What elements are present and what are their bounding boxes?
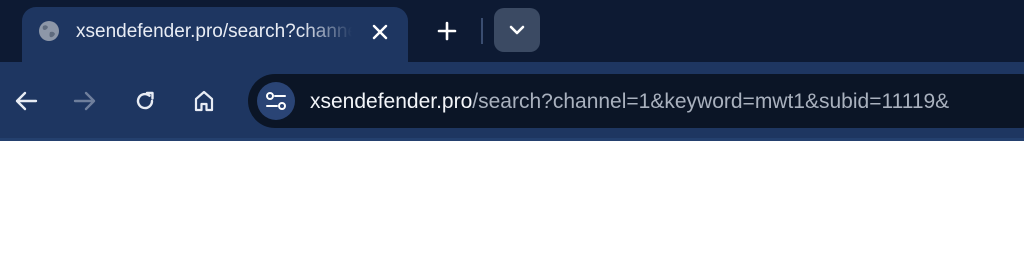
new-tab-button[interactable] (430, 14, 464, 48)
toolbar: xsendefender.pro/search?channel=1&keywor… (0, 62, 1024, 140)
reload-button[interactable] (128, 84, 162, 118)
forward-button[interactable] (68, 84, 102, 118)
back-button[interactable] (9, 84, 43, 118)
browser-window: xsendefender.pro/search?channel=1&keywor… (0, 0, 1024, 270)
plus-icon (437, 21, 457, 41)
home-button[interactable] (187, 84, 221, 118)
url-text[interactable]: xsendefender.pro/search?channel=1&keywor… (310, 88, 1024, 116)
chevron-down-icon (509, 24, 525, 36)
site-info-button[interactable] (257, 82, 295, 120)
tune-icon (265, 91, 287, 111)
close-icon[interactable] (366, 18, 394, 46)
arrow-left-icon (14, 90, 38, 112)
tab-search-button[interactable] (494, 8, 540, 52)
url-host: xsendefender.pro (310, 90, 473, 113)
tab-title: xsendefender.pro/search?channel=1&keywor… (76, 21, 352, 42)
globe-icon (38, 20, 60, 42)
address-bar[interactable]: xsendefender.pro/search?channel=1&keywor… (248, 74, 1024, 128)
page-content (0, 141, 1024, 270)
reload-icon (134, 90, 156, 112)
url-path: /search?channel=1&keyword=mwt1&subid=111… (472, 90, 950, 113)
arrow-right-icon (73, 90, 97, 112)
tab-divider (481, 18, 483, 44)
active-tab[interactable]: xsendefender.pro/search?channel=1&keywor… (22, 7, 408, 63)
home-icon (192, 89, 216, 113)
tab-strip: xsendefender.pro/search?channel=1&keywor… (0, 0, 1024, 63)
